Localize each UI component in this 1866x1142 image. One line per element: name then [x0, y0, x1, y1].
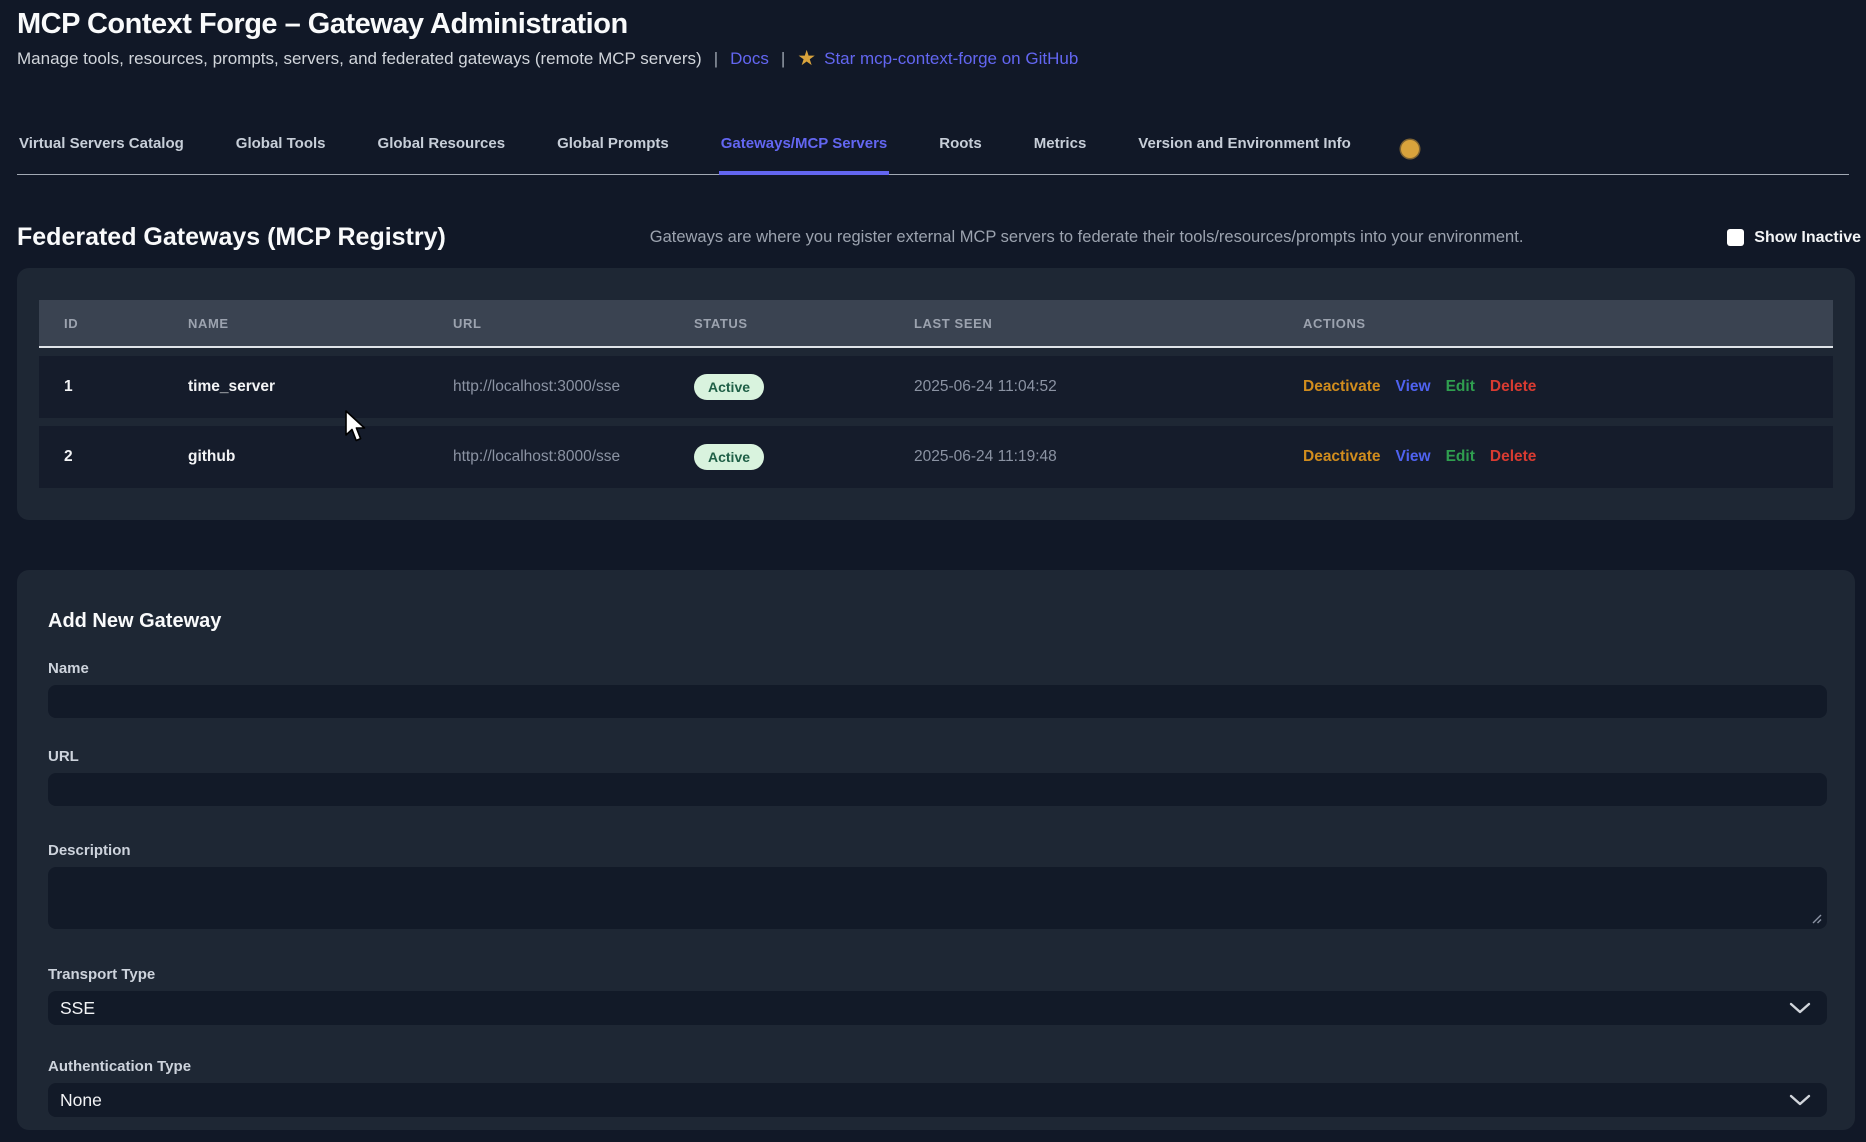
tab-global-tools[interactable]: Global Tools	[234, 133, 328, 175]
show-inactive-control: Show Inactive	[1727, 229, 1861, 247]
cell-id: 1	[39, 356, 163, 418]
tab-virtual-servers-catalog[interactable]: Virtual Servers Catalog	[17, 133, 186, 175]
auth-type-label: Authentication Type	[48, 1058, 1824, 1075]
view-link[interactable]: View	[1396, 448, 1431, 466]
col-header-actions: ACTIONS	[1278, 300, 1833, 348]
form-title: Add New Gateway	[48, 610, 1824, 633]
cell-name: time_server	[163, 356, 428, 418]
page: MCP Context Forge – Gateway Administrati…	[0, 0, 1866, 1142]
tab-roots[interactable]: Roots	[937, 133, 984, 175]
tab-bar: Virtual Servers Catalog Global Tools Glo…	[17, 133, 1849, 175]
tab-version-environment-info[interactable]: Version and Environment Info	[1136, 133, 1353, 175]
table-header-row: ID NAME URL STATUS LAST SEEN ACTIONS	[39, 300, 1833, 348]
url-label: URL	[48, 748, 1824, 765]
col-header-id: ID	[39, 300, 163, 348]
cell-status: Active	[669, 356, 889, 418]
resize-handle-icon[interactable]	[1811, 913, 1822, 924]
description-textarea[interactable]	[48, 867, 1827, 929]
transport-type-label: Transport Type	[48, 966, 1824, 983]
description-label: Description	[48, 842, 1824, 859]
page-title: MCP Context Forge – Gateway Administrati…	[17, 8, 1855, 41]
col-header-name: NAME	[163, 300, 428, 348]
section-title: Federated Gateways (MCP Registry)	[17, 223, 446, 252]
col-header-last-seen: LAST SEEN	[889, 300, 1278, 348]
col-header-url: URL	[428, 300, 669, 348]
show-inactive-label: Show Inactive	[1754, 229, 1861, 247]
tab-gateways-mcp-servers[interactable]: Gateways/MCP Servers	[719, 133, 890, 175]
subtitle-text: Manage tools, resources, prompts, server…	[17, 49, 702, 69]
status-badge: Active	[694, 374, 764, 400]
cell-last-seen: 2025-06-24 11:04:52	[889, 356, 1278, 418]
star-icon: ★	[797, 48, 816, 69]
table-row: 2 github http://localhost:8000/sse Activ…	[39, 426, 1833, 488]
github-star-link[interactable]: Star mcp-context-forge on GitHub	[824, 49, 1078, 69]
delete-link[interactable]: Delete	[1490, 378, 1537, 396]
cell-name: github	[163, 426, 428, 488]
status-badge: Active	[694, 444, 764, 470]
view-link[interactable]: View	[1396, 378, 1431, 396]
transport-type-value: SSE	[60, 998, 95, 1019]
description-field-wrap	[48, 867, 1827, 929]
cell-status: Active	[669, 426, 889, 488]
cell-actions: Deactivate View Edit Delete	[1278, 426, 1833, 488]
chevron-down-icon	[1789, 1094, 1811, 1106]
url-input[interactable]	[48, 773, 1827, 806]
gateways-table-panel: ID NAME URL STATUS LAST SEEN ACTIONS 1 t…	[17, 268, 1855, 520]
show-inactive-checkbox[interactable]	[1727, 229, 1744, 246]
name-input[interactable]	[48, 685, 1827, 718]
divider: |	[781, 49, 785, 69]
edit-link[interactable]: Edit	[1446, 448, 1475, 466]
tab-global-prompts[interactable]: Global Prompts	[555, 133, 671, 175]
divider: |	[714, 49, 718, 69]
gateways-section-header: Federated Gateways (MCP Registry) Gatewa…	[17, 223, 1861, 252]
subtitle: Manage tools, resources, prompts, server…	[17, 48, 1855, 69]
transport-type-select[interactable]: SSE	[48, 991, 1827, 1025]
name-label: Name	[48, 660, 1824, 677]
edit-link[interactable]: Edit	[1446, 378, 1475, 396]
auth-type-select[interactable]: None	[48, 1083, 1827, 1117]
docs-link[interactable]: Docs	[730, 49, 769, 69]
cell-last-seen: 2025-06-24 11:19:48	[889, 426, 1278, 488]
delete-link[interactable]: Delete	[1490, 448, 1537, 466]
sun-icon[interactable]	[1401, 140, 1419, 158]
deactivate-link[interactable]: Deactivate	[1303, 448, 1381, 466]
chevron-down-icon	[1789, 1002, 1811, 1014]
tab-global-resources[interactable]: Global Resources	[376, 133, 508, 175]
section-description: Gateways are where you register external…	[446, 228, 1727, 247]
add-gateway-panel: Add New Gateway Name URL Description Tra…	[17, 570, 1855, 1130]
tab-metrics[interactable]: Metrics	[1032, 133, 1089, 175]
cell-url: http://localhost:8000/sse	[428, 426, 669, 488]
cell-id: 2	[39, 426, 163, 488]
col-header-status: STATUS	[669, 300, 889, 348]
auth-type-value: None	[60, 1090, 102, 1111]
deactivate-link[interactable]: Deactivate	[1303, 378, 1381, 396]
cell-actions: Deactivate View Edit Delete	[1278, 356, 1833, 418]
cell-url: http://localhost:3000/sse	[428, 356, 669, 418]
gateways-table: ID NAME URL STATUS LAST SEEN ACTIONS 1 t…	[39, 292, 1833, 496]
table-row: 1 time_server http://localhost:3000/sse …	[39, 356, 1833, 418]
